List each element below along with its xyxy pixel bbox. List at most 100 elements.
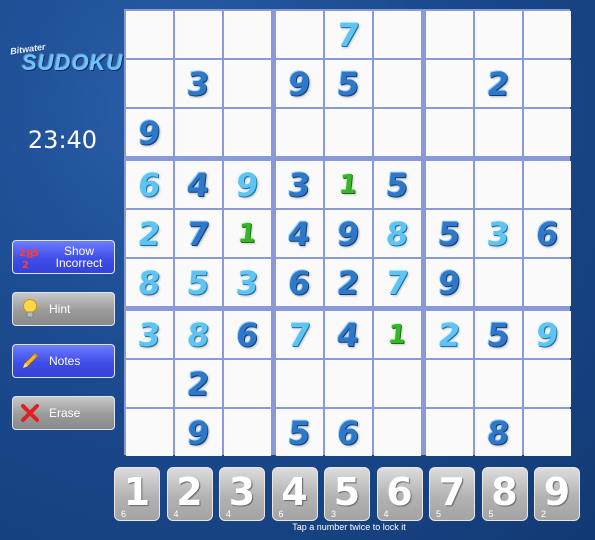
board-cell[interactable]: 5 bbox=[175, 259, 222, 306]
show-incorrect-button[interactable]: 2 8 5 2 Show Incorrect bbox=[12, 240, 115, 274]
board-cell[interactable] bbox=[475, 259, 522, 306]
board-cell[interactable]: 7 bbox=[175, 210, 222, 257]
board-cell[interactable]: 6 bbox=[524, 210, 571, 257]
board-cell[interactable]: 9 bbox=[524, 311, 571, 358]
board-cell[interactable]: 6 bbox=[325, 409, 372, 456]
number-key[interactable]: 24 bbox=[166, 467, 213, 521]
board-cell[interactable] bbox=[475, 109, 522, 156]
board-cell[interactable]: 9 bbox=[224, 161, 271, 208]
board-cell[interactable] bbox=[524, 11, 571, 58]
board-cell[interactable]: 1 bbox=[374, 311, 421, 358]
board-cell[interactable] bbox=[224, 109, 271, 156]
board-cell[interactable]: 2 bbox=[426, 311, 473, 358]
hint-button[interactable]: Hint bbox=[12, 292, 115, 326]
board-cell[interactable] bbox=[224, 409, 271, 456]
board-cell[interactable]: 9 bbox=[426, 259, 473, 306]
board-cell[interactable]: 3 bbox=[224, 259, 271, 306]
board-cell[interactable]: 6 bbox=[126, 161, 173, 208]
board-cell[interactable] bbox=[374, 109, 421, 156]
board-cell[interactable]: 4 bbox=[276, 210, 323, 257]
board-cell[interactable]: 8 bbox=[126, 259, 173, 306]
board-cell[interactable]: 5 bbox=[475, 311, 522, 358]
notes-button[interactable]: Notes bbox=[12, 344, 115, 378]
board-cell[interactable] bbox=[524, 259, 571, 306]
board-cell[interactable] bbox=[426, 109, 473, 156]
board-cell[interactable] bbox=[524, 60, 571, 107]
board-cell[interactable]: 2 bbox=[175, 360, 222, 407]
board-cell[interactable]: 5 bbox=[276, 409, 323, 456]
board-cell[interactable]: 5 bbox=[426, 210, 473, 257]
board-cell[interactable]: 4 bbox=[175, 161, 222, 208]
board-cell[interactable] bbox=[426, 161, 473, 208]
board-cell[interactable]: 3 bbox=[475, 210, 522, 257]
svg-text:2: 2 bbox=[22, 260, 29, 269]
number-key[interactable]: 53 bbox=[324, 467, 370, 521]
cell-digit: 8 bbox=[485, 413, 512, 452]
board-cell[interactable]: 7 bbox=[325, 11, 372, 58]
board-cell[interactable] bbox=[224, 360, 271, 407]
board-cell[interactable] bbox=[426, 60, 473, 107]
board-cell[interactable]: 8 bbox=[475, 409, 522, 456]
board-cell[interactable] bbox=[175, 109, 222, 156]
board-cell[interactable]: 5 bbox=[325, 60, 372, 107]
board-cell[interactable]: 8 bbox=[175, 311, 222, 358]
board-cell[interactable]: 2 bbox=[126, 210, 173, 257]
board-cell[interactable]: 3 bbox=[175, 60, 222, 107]
number-key[interactable]: 46 bbox=[271, 467, 318, 521]
board-cell[interactable] bbox=[325, 109, 372, 156]
board-cell[interactable] bbox=[325, 360, 372, 407]
number-key[interactable]: 34 bbox=[219, 467, 265, 521]
board-cell[interactable]: 3 bbox=[276, 161, 323, 208]
board-cell[interactable] bbox=[126, 60, 173, 107]
board-cell[interactable] bbox=[524, 109, 571, 156]
board-cell[interactable] bbox=[224, 11, 271, 58]
board-cell[interactable] bbox=[426, 409, 473, 456]
board-cell[interactable] bbox=[426, 360, 473, 407]
board-cell[interactable] bbox=[524, 409, 571, 456]
board-cell[interactable]: 8 bbox=[374, 210, 421, 257]
board-cell[interactable] bbox=[276, 109, 323, 156]
board-cell[interactable] bbox=[126, 409, 173, 456]
board-cell[interactable]: 4 bbox=[325, 311, 372, 358]
board-cell[interactable]: 1 bbox=[224, 210, 271, 257]
board-cell[interactable]: 5 bbox=[374, 161, 421, 208]
number-key[interactable]: 92 bbox=[534, 467, 580, 521]
board-cell[interactable]: 2 bbox=[325, 259, 372, 306]
number-key-remaining-count: 4 bbox=[383, 509, 389, 519]
board-cell[interactable]: 7 bbox=[374, 259, 421, 306]
board-cell[interactable] bbox=[475, 360, 522, 407]
board-cell[interactable] bbox=[524, 360, 571, 407]
board-cell[interactable] bbox=[126, 360, 173, 407]
board-cell[interactable] bbox=[475, 11, 522, 58]
number-key[interactable]: 75 bbox=[429, 467, 475, 521]
board-cell[interactable] bbox=[524, 161, 571, 208]
board-cell[interactable]: 9 bbox=[175, 409, 222, 456]
board-cell[interactable]: 7 bbox=[276, 311, 323, 358]
board-cell[interactable]: 1 bbox=[325, 161, 372, 208]
number-key[interactable]: 85 bbox=[481, 467, 528, 521]
board-cell[interactable] bbox=[276, 11, 323, 58]
board-cell[interactable] bbox=[175, 11, 222, 58]
sudoku-grid: 7395296493152714985368536279386741259295… bbox=[126, 11, 571, 456]
board-cell[interactable]: 9 bbox=[325, 210, 372, 257]
number-key[interactable]: 64 bbox=[376, 467, 423, 521]
number-key[interactable]: 16 bbox=[114, 467, 160, 521]
board-cell[interactable] bbox=[224, 60, 271, 107]
cell-digit: 6 bbox=[286, 263, 313, 302]
board-cell[interactable]: 6 bbox=[276, 259, 323, 306]
board-cell[interactable]: 3 bbox=[126, 311, 173, 358]
board-cell[interactable] bbox=[126, 11, 173, 58]
board-cell[interactable]: 9 bbox=[276, 60, 323, 107]
board-cell[interactable]: 6 bbox=[224, 311, 271, 358]
board-cell[interactable] bbox=[426, 11, 473, 58]
board-cell[interactable]: 2 bbox=[475, 60, 522, 107]
board-cell[interactable] bbox=[374, 360, 421, 407]
board-cell[interactable]: 9 bbox=[126, 109, 173, 156]
board-cell[interactable] bbox=[374, 409, 421, 456]
board-cell[interactable] bbox=[475, 161, 522, 208]
erase-button[interactable]: Erase bbox=[12, 396, 115, 430]
board-cell[interactable] bbox=[276, 360, 323, 407]
cell-digit: 1 bbox=[337, 169, 360, 200]
board-cell[interactable] bbox=[374, 11, 421, 58]
board-cell[interactable] bbox=[374, 60, 421, 107]
